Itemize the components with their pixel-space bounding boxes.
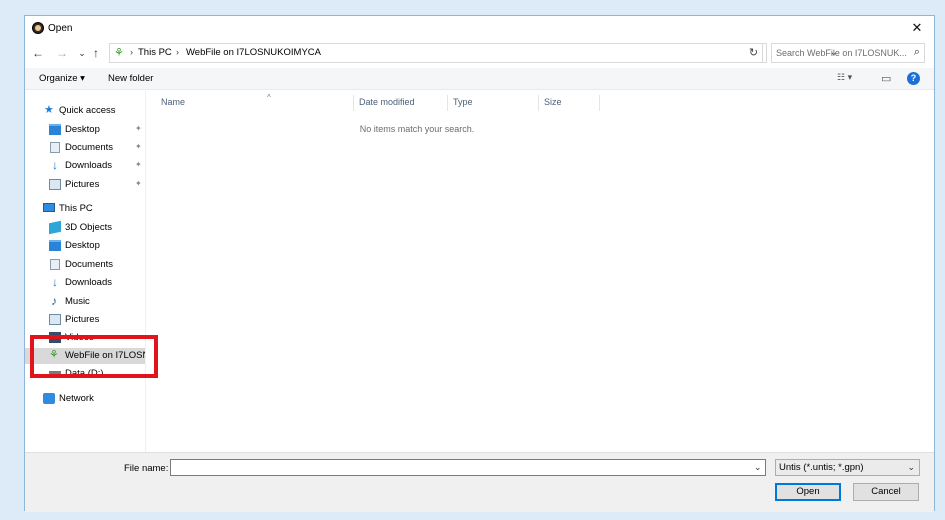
recent-locations-chevron-icon[interactable]: ⌄	[75, 45, 89, 61]
nav-item-label: Desktop	[65, 124, 100, 135]
nav-3d-objects[interactable]: 3D Objects	[25, 220, 145, 236]
address-row: ← → ⌄ ↑ ⚘ › This PC › WebFile on I7LOSNU…	[25, 43, 934, 65]
pin-icon: ✦	[135, 124, 142, 133]
search-box[interactable]: Search WebFile on I7LOSNUK... ⌕	[771, 43, 925, 63]
nav-item-label: Data (D:)	[65, 368, 104, 379]
nav-item-label: Pictures	[65, 179, 100, 190]
desktop-icon	[49, 240, 61, 251]
nav-webfile[interactable]: ⚘ WebFile on I7LOSNUKOIMYCA	[25, 348, 145, 364]
open-button[interactable]: Open	[775, 483, 841, 501]
nav-pc-music[interactable]: ♪ Music	[25, 294, 145, 310]
cancel-button[interactable]: Cancel	[853, 483, 919, 501]
documents-icon	[50, 259, 60, 270]
star-icon: ★	[44, 104, 54, 116]
nav-network[interactable]: Network	[25, 391, 145, 407]
breadcrumb-webfile[interactable]: WebFile on I7LOSNUKOIMYCA	[186, 47, 321, 58]
nav-item-label: Network	[59, 393, 94, 404]
nav-item-label: Videos	[65, 332, 94, 343]
drive-icon	[49, 371, 61, 377]
column-label: Date modified	[359, 97, 415, 107]
nav-this-pc[interactable]: This PC	[25, 201, 145, 217]
nav-pc-documents[interactable]: Documents	[25, 257, 145, 273]
change-view-icon[interactable]: ☷ ▾	[837, 72, 852, 83]
file-name-input[interactable]	[170, 459, 766, 476]
dialog-title: Open	[48, 23, 73, 34]
3d-objects-icon	[49, 220, 61, 235]
nav-item-label: Documents	[65, 259, 114, 270]
column-header-name[interactable]: Name ^	[157, 93, 354, 111]
pin-icon: ✦	[135, 142, 142, 151]
column-label: Name	[161, 97, 186, 107]
videos-icon	[49, 332, 61, 343]
nav-item-label: Music	[65, 296, 90, 307]
webfile-icon: ⚘	[49, 349, 59, 361]
nav-quick-documents[interactable]: Documents ✦	[25, 140, 145, 156]
nav-pc-videos[interactable]: Videos	[25, 330, 145, 346]
app-icon	[32, 22, 44, 34]
file-type-select[interactable]: Untis (*.untis; *.gpn) ⌄	[775, 459, 920, 476]
navigation-pane: ★ Quick access Desktop ✦ Documents ✦ ↓ D…	[25, 91, 146, 452]
refresh-icon[interactable]: ↻	[745, 43, 763, 63]
file-name-bar: File name: ⌄ Untis (*.untis; *.gpn) ⌄ Op…	[25, 452, 934, 512]
network-icon	[43, 393, 55, 404]
documents-icon	[50, 142, 60, 153]
nav-pc-downloads[interactable]: ↓ Downloads	[25, 275, 145, 291]
sort-ascending-icon: ^	[267, 93, 271, 102]
file-name-dropdown-chevron-icon[interactable]: ⌄	[754, 462, 762, 473]
pictures-icon	[49, 314, 61, 325]
file-type-value: Untis (*.untis; *.gpn)	[779, 462, 864, 473]
close-icon[interactable]: ✕	[906, 18, 928, 38]
nav-item-label: WebFile on I7LOSNUKOIMYCA	[65, 350, 145, 361]
nav-item-label: Documents	[65, 142, 114, 153]
nav-item-label: Downloads	[65, 160, 112, 171]
nav-item-label: Pictures	[65, 314, 100, 325]
computer-icon	[43, 203, 55, 212]
nav-quick-downloads[interactable]: ↓ Downloads ✦	[25, 158, 145, 174]
webfile-location-icon: ⚘	[114, 47, 124, 59]
pictures-icon	[49, 179, 61, 190]
music-icon: ♪	[51, 294, 57, 308]
nav-quick-pictures[interactable]: Pictures ✦	[25, 177, 145, 193]
desktop-icon	[49, 124, 61, 135]
column-header-size[interactable]: Size	[540, 95, 600, 111]
downloads-icon: ↓	[52, 275, 58, 289]
nav-item-label: This PC	[59, 203, 93, 214]
column-label: Size	[544, 97, 562, 107]
search-placeholder: Search WebFile on I7LOSNUK...	[776, 48, 907, 58]
breadcrumb-separator-icon: ›	[176, 47, 179, 57]
search-icon: ⌕	[913, 46, 920, 58]
open-dialog: Open ✕ ← → ⌄ ↑ ⚘ › This PC › WebFile on …	[24, 15, 935, 512]
organize-button[interactable]: Organize ▾	[39, 73, 85, 84]
column-header-type[interactable]: Type	[449, 95, 539, 111]
address-bar[interactable]: ⚘ › This PC › WebFile on I7LOSNUKOIMYCA …	[109, 43, 838, 63]
command-toolbar: Organize ▾ New folder ☷ ▾ ▭ ?	[25, 68, 934, 90]
new-folder-button[interactable]: New folder	[108, 73, 153, 84]
pin-icon: ✦	[135, 160, 142, 169]
nav-item-label: Quick access	[59, 105, 116, 116]
nav-pc-desktop[interactable]: Desktop	[25, 238, 145, 254]
forward-arrow-icon[interactable]: →	[55, 45, 69, 61]
nav-data-drive[interactable]: Data (D:)	[25, 366, 145, 382]
breadcrumb-separator-icon: ›	[130, 47, 133, 57]
nav-item-label: Downloads	[65, 277, 112, 288]
file-name-label: File name:	[124, 463, 169, 474]
help-icon[interactable]: ?	[907, 72, 920, 85]
preview-pane-icon[interactable]: ▭	[881, 72, 891, 85]
column-label: Type	[453, 97, 473, 107]
file-type-chevron-icon: ⌄	[907, 462, 915, 472]
file-list-pane[interactable]: Name ^ Date modified Type Size No items …	[147, 91, 935, 452]
pin-icon: ✦	[135, 179, 142, 188]
breadcrumb-this-pc[interactable]: This PC	[138, 47, 172, 58]
up-arrow-icon[interactable]: ↑	[89, 45, 103, 61]
nav-item-label: 3D Objects	[65, 222, 112, 233]
back-arrow-icon[interactable]: ←	[31, 45, 45, 61]
nav-item-label: Desktop	[65, 240, 100, 251]
nav-quick-access[interactable]: ★ Quick access	[25, 103, 145, 119]
nav-pc-pictures[interactable]: Pictures	[25, 312, 145, 328]
downloads-icon: ↓	[52, 158, 58, 172]
title-bar: Open ✕	[25, 16, 934, 41]
column-header-date-modified[interactable]: Date modified	[355, 95, 448, 111]
empty-folder-message: No items match your search.	[359, 124, 475, 134]
nav-quick-desktop[interactable]: Desktop ✦	[25, 122, 145, 138]
